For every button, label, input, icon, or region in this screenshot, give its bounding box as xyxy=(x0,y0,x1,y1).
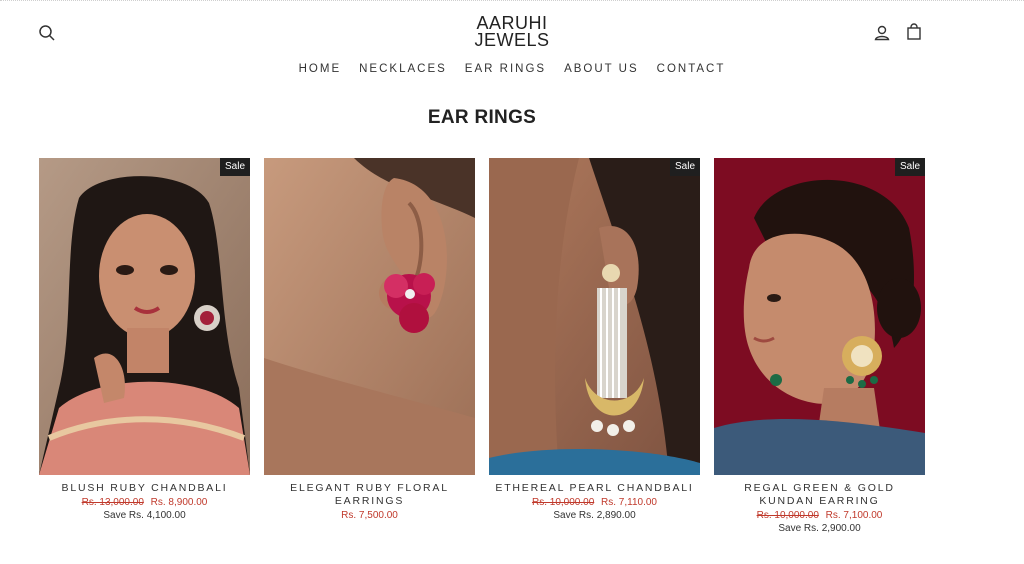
price-line: Rs. 13,000.00 Rs. 8,900.00 xyxy=(39,496,250,509)
compare-price: Rs. 10,000.00 xyxy=(756,510,819,521)
savings-text: Save Rs. 2,890.00 xyxy=(553,510,636,521)
product-title[interactable]: ELEGANT RUBY FLORAL EARRINGS xyxy=(264,482,475,508)
nav-item-necklaces[interactable]: NECKLACES xyxy=(350,63,456,75)
product-title[interactable]: REGAL GREEN & GOLD KUNDAN EARRING xyxy=(714,482,925,508)
price-line: Rs. 10,000.00 Rs. 7,100.00 xyxy=(714,509,925,522)
compare-price: Rs. 13,000.00 xyxy=(81,497,144,508)
sale-badge: Sale xyxy=(669,158,700,176)
sale-badge: Sale xyxy=(894,158,925,176)
account-button[interactable] xyxy=(873,24,893,44)
product-image-elegant-ruby-floral-earrings[interactable] xyxy=(264,158,475,475)
product-image-regal-green-gold-kundan-earring[interactable]: Sale xyxy=(714,158,925,475)
product-card[interactable]: ELEGANT RUBY FLORAL EARRINGS Rs. 7,500.0… xyxy=(264,158,475,522)
sale-price: Rs. 7,110.00 xyxy=(601,497,657,508)
main-navigation: HOME NECKLACES EAR RINGS ABOUT US CONTAC… xyxy=(0,63,1024,75)
nav-item-contact[interactable]: CONTACT xyxy=(648,63,735,75)
product-title[interactable]: BLUSH RUBY CHANDBALI xyxy=(39,482,250,495)
cart-button[interactable] xyxy=(905,23,925,43)
product-card[interactable]: Sale ETHEREAL PEARL CHANDBALI Rs. 10,000… xyxy=(489,158,700,522)
pearl-earring-image xyxy=(489,158,700,475)
price-line: Rs. 7,500.00 xyxy=(264,509,475,522)
sale-price: Rs. 8,900.00 xyxy=(150,497,208,508)
product-card[interactable]: Sale BLUSH RUBY CHANDBALI Rs. 13,000.00 … xyxy=(39,158,250,522)
search-icon xyxy=(39,25,55,41)
compare-price: Rs. 10,000.00 xyxy=(531,497,595,508)
search-button[interactable] xyxy=(38,24,58,44)
product-card[interactable]: Sale REGAL GREEN & GOLD KUNDAN EARRING R… xyxy=(714,158,925,535)
nav-item-ear-rings[interactable]: EAR RINGS xyxy=(456,63,555,75)
site-logo[interactable]: AARUHI JEWELS xyxy=(432,14,592,50)
savings-text: Save Rs. 2,900.00 xyxy=(778,523,861,534)
user-icon xyxy=(874,25,890,41)
savings-text: Save Rs. 4,100.00 xyxy=(103,510,186,521)
site-header: AARUHI JEWELS xyxy=(0,0,1024,60)
ear-closeup-image xyxy=(264,158,475,475)
nav-item-about-us[interactable]: ABOUT US xyxy=(555,63,648,75)
price-line: Rs. 10,000.00 Rs. 7,110.00 xyxy=(489,496,700,509)
page-title: EAR RINGS xyxy=(427,107,537,128)
product-image-ethereal-pearl-chandbali[interactable]: Sale xyxy=(489,158,700,475)
shopping-bag-icon xyxy=(907,23,921,40)
regular-price: Rs. 7,500.00 xyxy=(341,510,398,521)
sale-badge: Sale xyxy=(219,158,250,176)
model-profile-image xyxy=(714,158,925,475)
product-title[interactable]: ETHEREAL PEARL CHANDBALI xyxy=(489,482,700,495)
logo-line-2: JEWELS xyxy=(474,30,550,50)
nav-item-home[interactable]: HOME xyxy=(290,63,351,75)
sale-price: Rs. 7,100.00 xyxy=(825,510,883,521)
model-portrait-image xyxy=(39,158,250,475)
product-image-blush-ruby-chandbali[interactable]: Sale xyxy=(39,158,250,475)
